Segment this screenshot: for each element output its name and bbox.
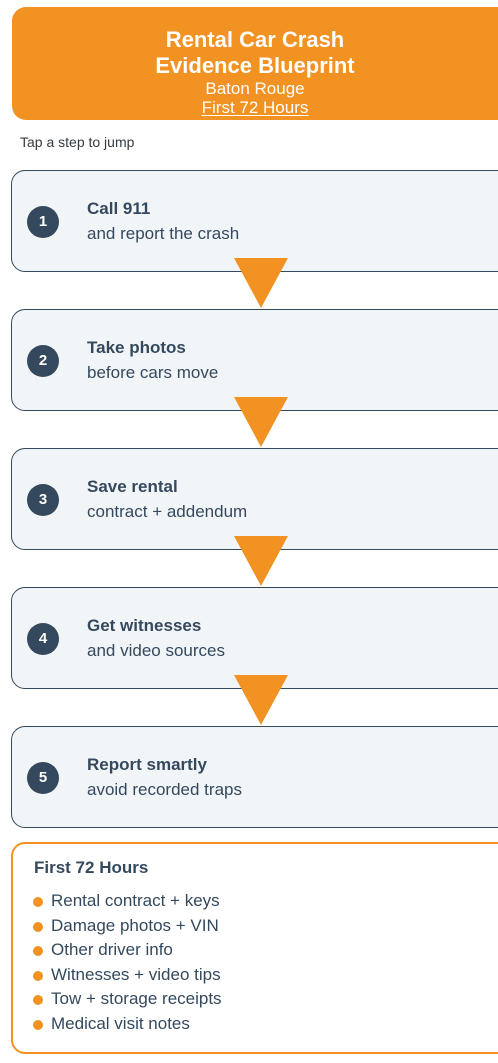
step-title: Report smartly <box>87 755 207 774</box>
step-card-3[interactable]: 3 Save rental contract + addendum <box>11 448 498 550</box>
header-text: Rental Car Crash Evidence Blueprint Bato… <box>12 27 498 117</box>
tap-hint: Tap a step to jump <box>20 134 135 150</box>
checklist-item: Rental contract + keys <box>33 889 222 914</box>
bullet-dot-icon <box>33 1019 43 1030</box>
step-number-badge: 3 <box>27 484 59 516</box>
step-number-badge: 2 <box>27 345 59 377</box>
page: Rental Car Crash Evidence Blueprint Bato… <box>0 0 498 1063</box>
step-description: contract + addendum <box>87 502 248 521</box>
step-title: Take photos <box>87 338 186 357</box>
checklist-item-label: Witnesses + video tips <box>51 964 221 984</box>
checklist-box: First 72 Hours Rental contract + keys Da… <box>11 842 498 1054</box>
checklist-list: Rental contract + keys Damage photos + V… <box>33 889 222 1036</box>
down-arrow-icon <box>234 397 288 447</box>
step-card-1[interactable]: 1 Call 911 and report the crash <box>11 170 498 272</box>
down-arrow-icon <box>234 536 288 586</box>
step-title: Get witnesses <box>87 616 202 635</box>
checklist-item-label: Damage photos + VIN <box>51 915 219 935</box>
bullet-dot-icon <box>33 921 43 932</box>
step-number-badge: 1 <box>27 206 59 238</box>
step-card-4[interactable]: 4 Get witnesses and video sources <box>11 587 498 689</box>
checklist-item: Witnesses + video tips <box>33 963 222 988</box>
checklist-item-label: Other driver info <box>51 940 173 959</box>
checklist-title: First 72 Hours <box>34 858 149 877</box>
checklist-item-label: Tow + storage receipts <box>51 989 222 1008</box>
header-title-line2: Evidence Blueprint <box>155 53 355 78</box>
bullet-dot-icon <box>33 897 43 907</box>
step-description: and video sources <box>87 641 225 660</box>
step-description: avoid recorded traps <box>87 780 242 799</box>
step-number-badge: 4 <box>27 623 59 655</box>
step-description: and report the crash <box>87 224 240 243</box>
checklist-item-label: Medical visit notes <box>51 1013 190 1033</box>
step-card-2[interactable]: 2 Take photos before cars move <box>11 309 498 411</box>
step-description: before cars move <box>87 363 219 382</box>
bullet-dot-icon <box>33 946 43 956</box>
checklist-item: Other driver info <box>33 938 222 963</box>
bullet-dot-icon <box>33 995 43 1005</box>
down-arrow-icon <box>234 675 288 725</box>
step-card-5[interactable]: 5 Report smartly avoid recorded traps <box>11 726 498 828</box>
header-banner: Rental Car Crash Evidence Blueprint Bato… <box>12 7 498 120</box>
step-title: Save rental <box>87 477 178 496</box>
header-subtitle-line2[interactable]: First 72 Hours <box>12 98 498 117</box>
checklist-item-label: Rental contract + keys <box>51 891 220 910</box>
step-title: Call 911 <box>87 199 151 218</box>
checklist-item: Tow + storage receipts <box>33 987 222 1012</box>
down-arrow-icon <box>234 258 288 308</box>
header-subtitle-line1: Baton Rouge <box>205 79 305 98</box>
step-number-badge: 5 <box>27 762 59 794</box>
checklist-item: Medical visit notes <box>33 1012 222 1037</box>
bullet-dot-icon <box>33 970 43 981</box>
checklist-item: Damage photos + VIN <box>33 914 222 939</box>
header-title-line1: Rental Car Crash <box>165 27 345 52</box>
